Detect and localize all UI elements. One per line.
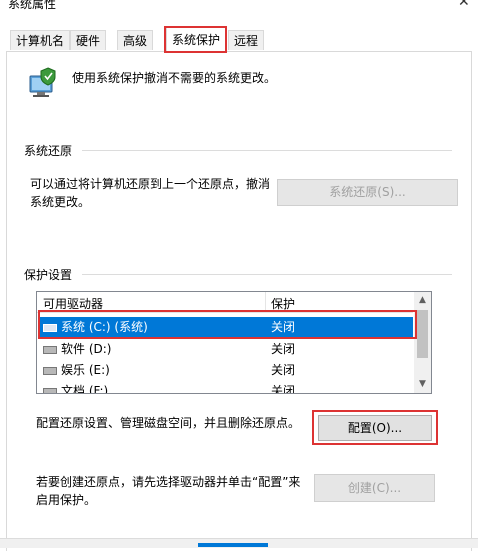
drive-row-d[interactable]: 软件 (D:) 关闭 [39, 339, 413, 360]
intro-text: 使用系统保护撤消不需要的系统更改。 [72, 71, 277, 85]
scroll-up-icon[interactable]: ▲ [414, 292, 431, 309]
drive-name: 娱乐 (E:) [61, 363, 110, 377]
drive-row-e[interactable]: 娱乐 (E:) 关闭 [39, 360, 413, 381]
scroll-thumb[interactable] [417, 310, 428, 358]
tab-highlight-box [164, 26, 227, 53]
drive-list[interactable]: 可用驱动器 保护 系统 (C:) (系统) 关闭 软件 (D:) 关闭 娱乐 (… [36, 291, 432, 394]
create-desc-line1: 若要创建还原点，请先选择驱动器并单击“配置”来 [36, 475, 301, 489]
shield-computer-icon [29, 67, 56, 97]
column-separator [265, 292, 266, 312]
configure-desc: 配置还原设置、管理磁盘空间，并且删除还原点。 [36, 416, 301, 430]
window-title: 系统属性 [8, 0, 57, 11]
hard-drive-icon [43, 346, 57, 354]
tab-computer-name[interactable]: 计算机名 [10, 30, 71, 50]
drive-status: 关闭 [271, 342, 296, 356]
tab-hardware[interactable]: 硬件 [70, 30, 107, 50]
tab-remote[interactable]: 远程 [228, 30, 265, 50]
drive-list-scrollbar[interactable]: ▲ ▼ [414, 292, 431, 393]
scroll-down-icon[interactable]: ▼ [414, 376, 431, 393]
hard-drive-icon [43, 367, 57, 375]
protection-group-label: 保护设置 [24, 268, 73, 282]
drive-name: 文档 (F:) [61, 384, 109, 394]
drive-name: 软件 (D:) [61, 342, 112, 356]
close-icon[interactable]: ✕ [458, 0, 470, 10]
selected-row-highlight-box [38, 310, 417, 339]
system-restore-button[interactable]: 系统还原(S)... [277, 179, 458, 206]
configure-highlight-box [312, 410, 438, 445]
create-desc-line2: 启用保护。 [36, 493, 97, 507]
ok-button-edge[interactable] [198, 543, 268, 547]
create-button[interactable]: 创建(C)... [314, 474, 435, 502]
drive-status: 关闭 [271, 384, 296, 394]
restore-desc-line1: 可以通过将计算机还原到上一个还原点，撤消 [30, 177, 271, 191]
protection-group-line [82, 274, 452, 275]
drive-row-f[interactable]: 文档 (F:) 关闭 [39, 381, 413, 394]
restore-group-line [82, 150, 452, 151]
hard-drive-icon [43, 388, 57, 393]
restore-desc-line2: 系统更改。 [30, 195, 91, 209]
restore-group-label: 系统还原 [24, 144, 73, 158]
drive-status: 关闭 [271, 363, 296, 377]
tab-advanced[interactable]: 高级 [117, 30, 154, 50]
